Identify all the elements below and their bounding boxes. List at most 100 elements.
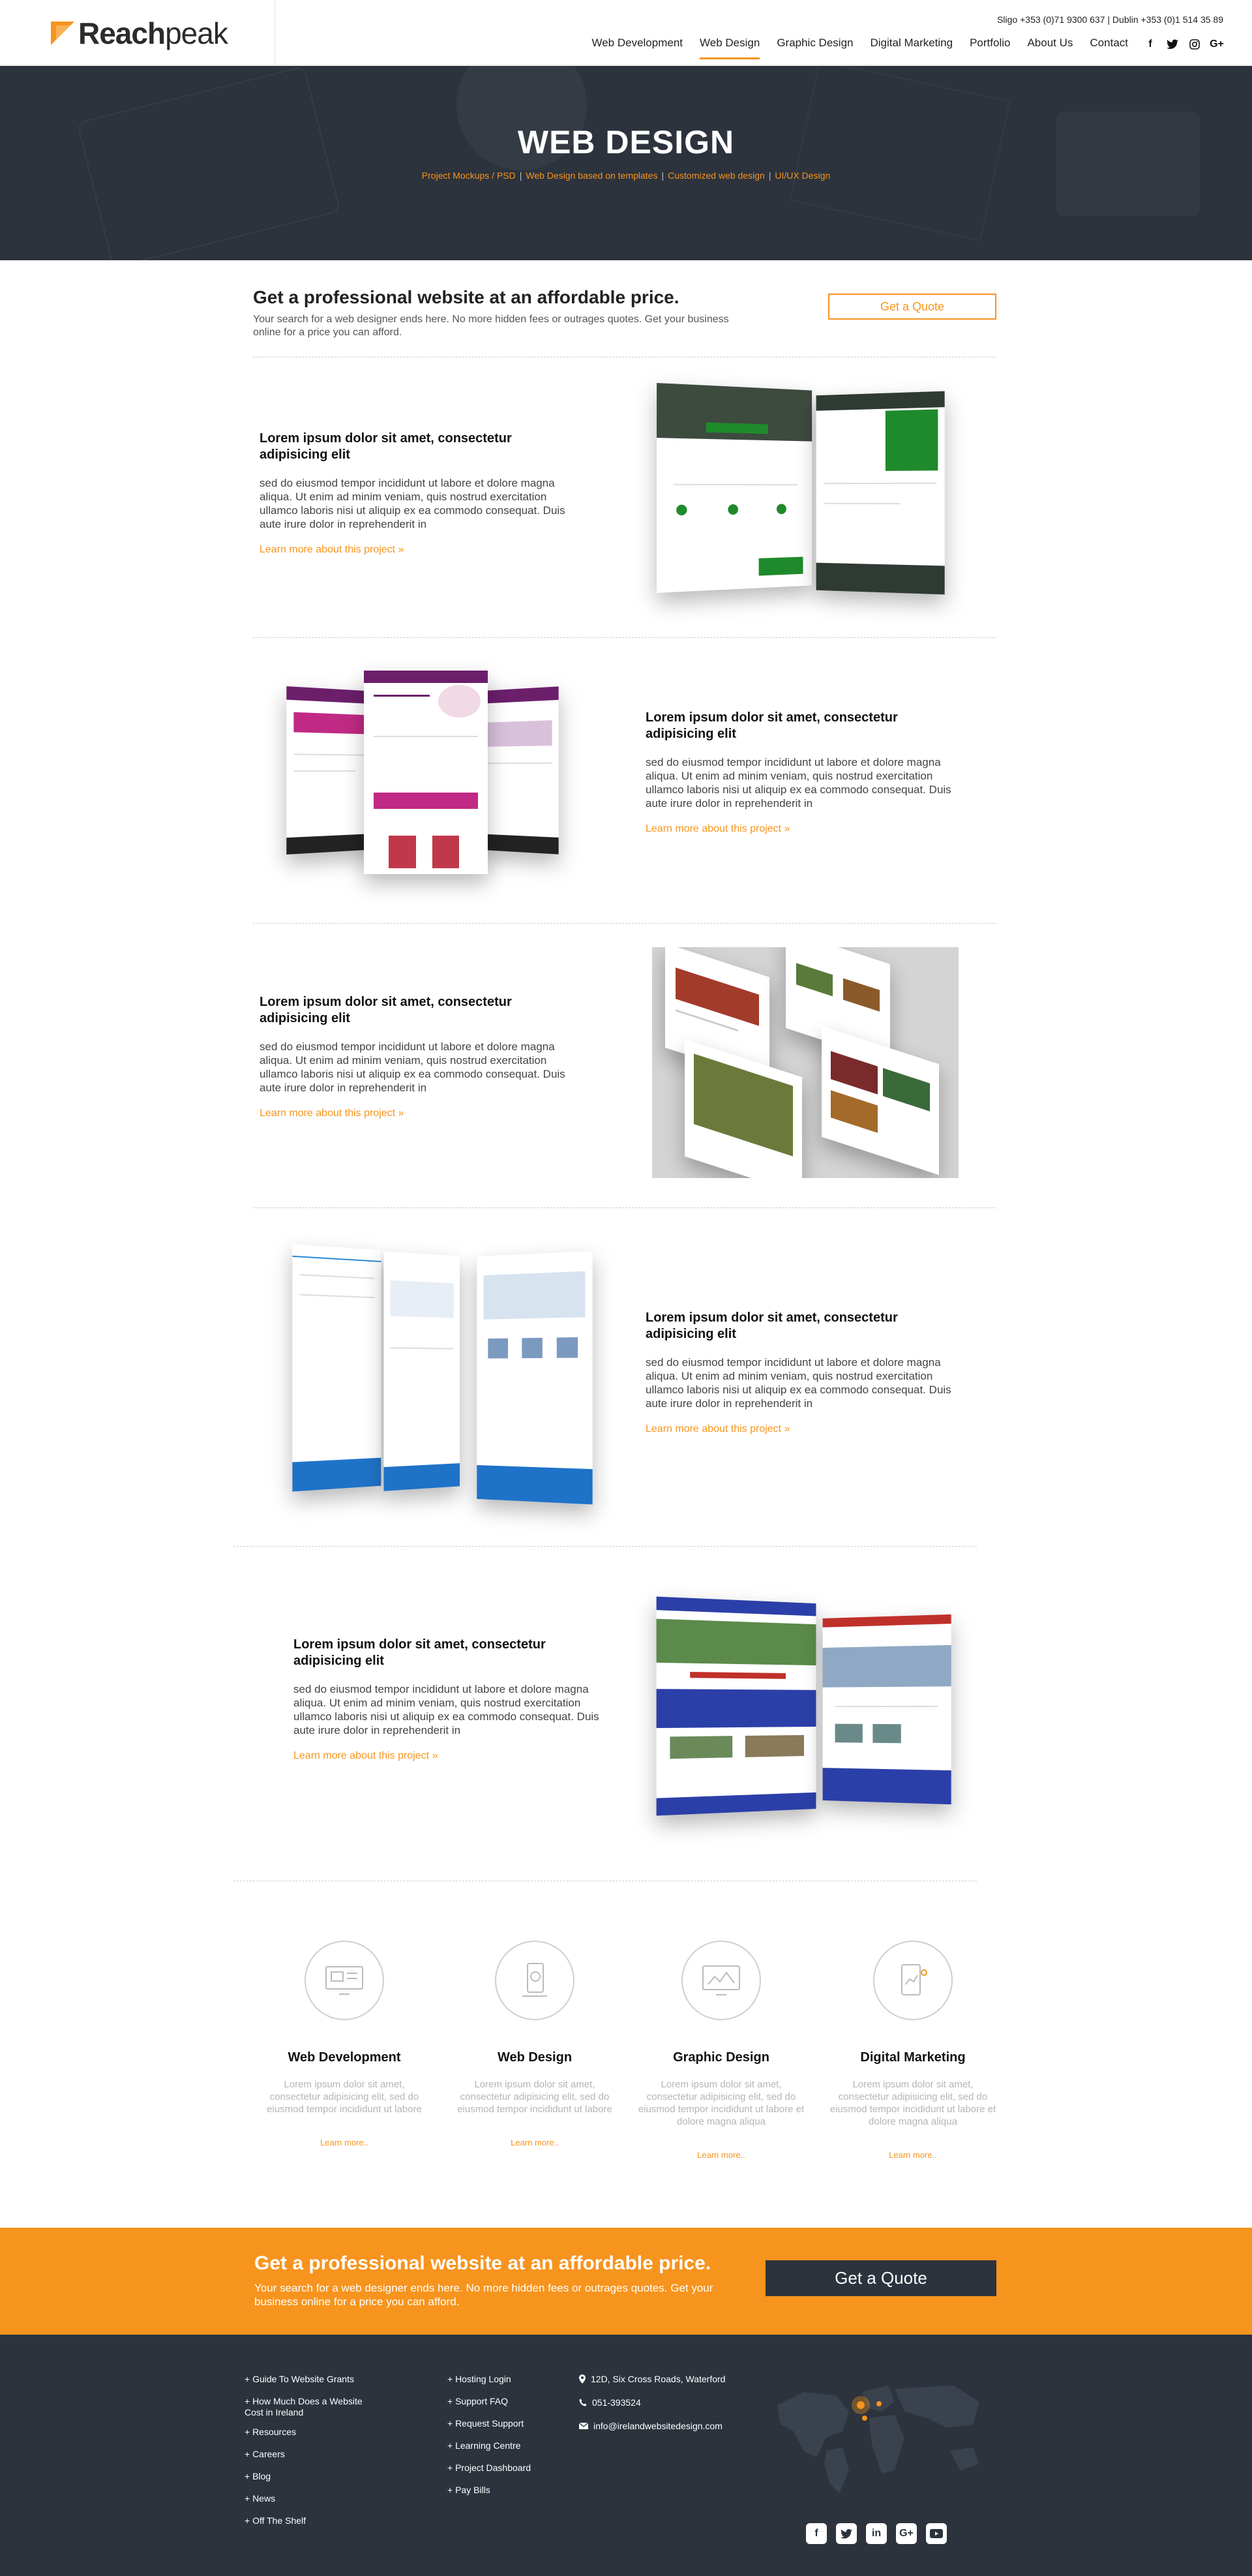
footer-link[interactable]: + Support FAQ [447, 2396, 531, 2407]
hero-banner: WEB DESIGN Project Mockups / PSD | Web Des… [0, 66, 1252, 260]
project-title: Lorem ipsum dolor sit amet, consectetur … [646, 710, 952, 742]
page-title: WEB DESIGN [0, 123, 1252, 161]
project-mockup-image-2 [286, 671, 566, 879]
footer-links-col-2: + Hosting Login + Support FAQ + Request … [447, 2374, 531, 2507]
services-section: Web Development Lorem ipsum dolor sit am… [253, 1941, 996, 2189]
youtube-icon[interactable] [926, 2523, 947, 2544]
intro-section: Get a professional website at an afforda… [253, 287, 996, 357]
twitter-icon[interactable] [1166, 38, 1179, 51]
footer-link[interactable]: + Resources [245, 2427, 381, 2438]
monitor-icon [305, 1941, 384, 2020]
cta-get-quote-button[interactable]: Get a Quote [766, 2260, 996, 2296]
service-title: Graphic Design [630, 2050, 812, 2065]
footer-email-text: info@irelandwebsitedesign.com [593, 2421, 723, 2431]
footer-link[interactable]: + Blog [245, 2471, 381, 2482]
project-description: sed do eiusmod tempor incididunt ut labo… [260, 476, 566, 531]
project-title: Lorem ipsum dolor sit amet, consectetur … [260, 994, 566, 1027]
nav-item-about-us[interactable]: About Us [1027, 37, 1073, 59]
nav-item-web-development[interactable]: Web Development [591, 37, 683, 59]
footer-social: f in G+ [806, 2523, 947, 2544]
service-card: Web Design Lorem ipsum dolor sit amet, c… [443, 1941, 626, 2147]
header-social: f G+ [1144, 38, 1223, 59]
project-mockup-image-1 [657, 387, 996, 602]
service-text: Lorem ipsum dolor sit amet, consectetur … [443, 2078, 626, 2115]
intro-text: Your search for a web designer ends here… [253, 313, 749, 339]
nav-item-graphic-design[interactable]: Graphic Design [777, 37, 853, 59]
hero-subnav-item[interactable]: Project Mockups / PSD [422, 170, 516, 181]
twitter-icon[interactable] [836, 2523, 857, 2544]
project-row-5: Lorem ipsum dolor sit amet, consectetur … [233, 1547, 977, 1881]
cta-heading: Get a professional website at an afforda… [254, 2252, 711, 2275]
project-mockup-image-5 [657, 1600, 996, 1815]
get-quote-button[interactable]: Get a Quote [828, 294, 996, 320]
cta-text: Your search for a web designer ends here… [254, 2281, 750, 2309]
project-link[interactable]: Learn more about this project » [260, 544, 566, 556]
logo-text: Reachpeak [78, 16, 228, 51]
logo-mark-icon [51, 22, 74, 45]
header-contact-line: Sligo +353 (0)71 9300 637 | Dublin +353 … [997, 14, 1223, 25]
footer-link[interactable]: + How Much Does a Website Cost in Irelan… [245, 2396, 381, 2418]
envelope-icon [579, 2423, 588, 2429]
world-map-icon [764, 2366, 992, 2503]
map-pin-icon [579, 2374, 586, 2384]
hero-subnav-item[interactable]: UI/UX Design [775, 170, 830, 181]
service-card: Digital Marketing Lorem ipsum dolor sit … [822, 1941, 1004, 2160]
project-mockup-image-4 [292, 1241, 586, 1502]
service-learn-more-link[interactable]: Learn more.. [630, 2150, 812, 2160]
google-plus-icon[interactable]: G+ [1210, 38, 1223, 51]
hero-decor [77, 66, 341, 260]
footer-address: 12D, Six Cross Roads, Waterford [579, 2374, 725, 2384]
hero-subnav-item[interactable]: Web Design based on templates [526, 170, 657, 181]
main-nav: Web Development Web Design Graphic Desig… [574, 37, 1223, 59]
project-row-3: Lorem ipsum dolor sit amet, consectetur … [253, 924, 996, 1208]
nav-item-digital-marketing[interactable]: Digital Marketing [870, 37, 953, 59]
nav-item-portfolio[interactable]: Portfolio [970, 37, 1010, 59]
google-plus-icon[interactable]: G+ [896, 2523, 917, 2544]
footer-phone[interactable]: 051-393524 [579, 2397, 725, 2408]
project-link[interactable]: Learn more about this project » [646, 823, 952, 835]
logo[interactable]: Reachpeak [51, 16, 228, 51]
service-title: Web Development [253, 2050, 436, 2065]
footer-link[interactable]: + Hosting Login [447, 2374, 531, 2385]
facebook-icon[interactable]: f [806, 2523, 827, 2544]
service-learn-more-link[interactable]: Learn more.. [253, 2138, 436, 2147]
project-text-4: Lorem ipsum dolor sit amet, consectetur … [646, 1310, 952, 1435]
footer-link[interactable]: + Off The Shelf [245, 2515, 381, 2526]
footer-link[interactable]: + Careers [245, 2449, 381, 2460]
project-text-1: Lorem ipsum dolor sit amet, consectetur … [260, 431, 566, 556]
project-text-2: Lorem ipsum dolor sit amet, consectetur … [646, 710, 952, 835]
service-learn-more-link[interactable]: Learn more.. [822, 2150, 1004, 2160]
footer-address-text: 12D, Six Cross Roads, Waterford [591, 2374, 725, 2384]
footer-links-col-1: + Guide To Website Grants + How Much Doe… [245, 2374, 381, 2538]
project-description: sed do eiusmod tempor incididunt ut labo… [293, 1682, 600, 1737]
project-text-5: Lorem ipsum dolor sit amet, consectetur … [293, 1637, 600, 1762]
nav-item-web-design[interactable]: Web Design [700, 37, 760, 59]
footer-link[interactable]: + Request Support [447, 2418, 531, 2429]
project-link[interactable]: Learn more about this project » [260, 1108, 566, 1119]
logo-text-light: peak [165, 16, 228, 50]
footer-contact: 12D, Six Cross Roads, Waterford 051-3935… [579, 2374, 725, 2444]
project-link[interactable]: Learn more about this project » [293, 1750, 600, 1762]
service-learn-more-link[interactable]: Learn more.. [443, 2138, 626, 2147]
nav-item-contact[interactable]: Contact [1090, 37, 1128, 59]
service-title: Digital Marketing [822, 2050, 1004, 2065]
service-card: Web Development Lorem ipsum dolor sit am… [253, 1941, 436, 2147]
linkedin-icon[interactable]: in [866, 2523, 887, 2544]
service-card: Graphic Design Lorem ipsum dolor sit ame… [630, 1941, 812, 2160]
footer-link[interactable]: + Guide To Website Grants [245, 2374, 381, 2385]
facebook-icon[interactable]: f [1144, 38, 1157, 51]
hero-subnav-item[interactable]: Customized web design [668, 170, 765, 181]
footer-link[interactable]: + Pay Bills [447, 2485, 531, 2496]
service-text: Lorem ipsum dolor sit amet, consectetur … [630, 2078, 812, 2128]
project-title: Lorem ipsum dolor sit amet, consectetur … [260, 431, 566, 463]
footer-link[interactable]: + News [245, 2493, 381, 2504]
footer-link[interactable]: + Project Dashboard [447, 2462, 531, 2474]
footer-link[interactable]: + Learning Centre [447, 2440, 531, 2451]
project-title: Lorem ipsum dolor sit amet, consectetur … [293, 1637, 600, 1669]
instagram-icon[interactable] [1188, 38, 1201, 51]
project-link[interactable]: Learn more about this project » [646, 1423, 952, 1435]
project-text-3: Lorem ipsum dolor sit amet, consectetur … [260, 994, 566, 1119]
hero-subnav: Project Mockups / PSD | Web Design based o… [0, 170, 1252, 181]
project-row-1: Lorem ipsum dolor sit amet, consectetur … [253, 357, 996, 638]
footer-email[interactable]: info@irelandwebsitedesign.com [579, 2421, 725, 2431]
